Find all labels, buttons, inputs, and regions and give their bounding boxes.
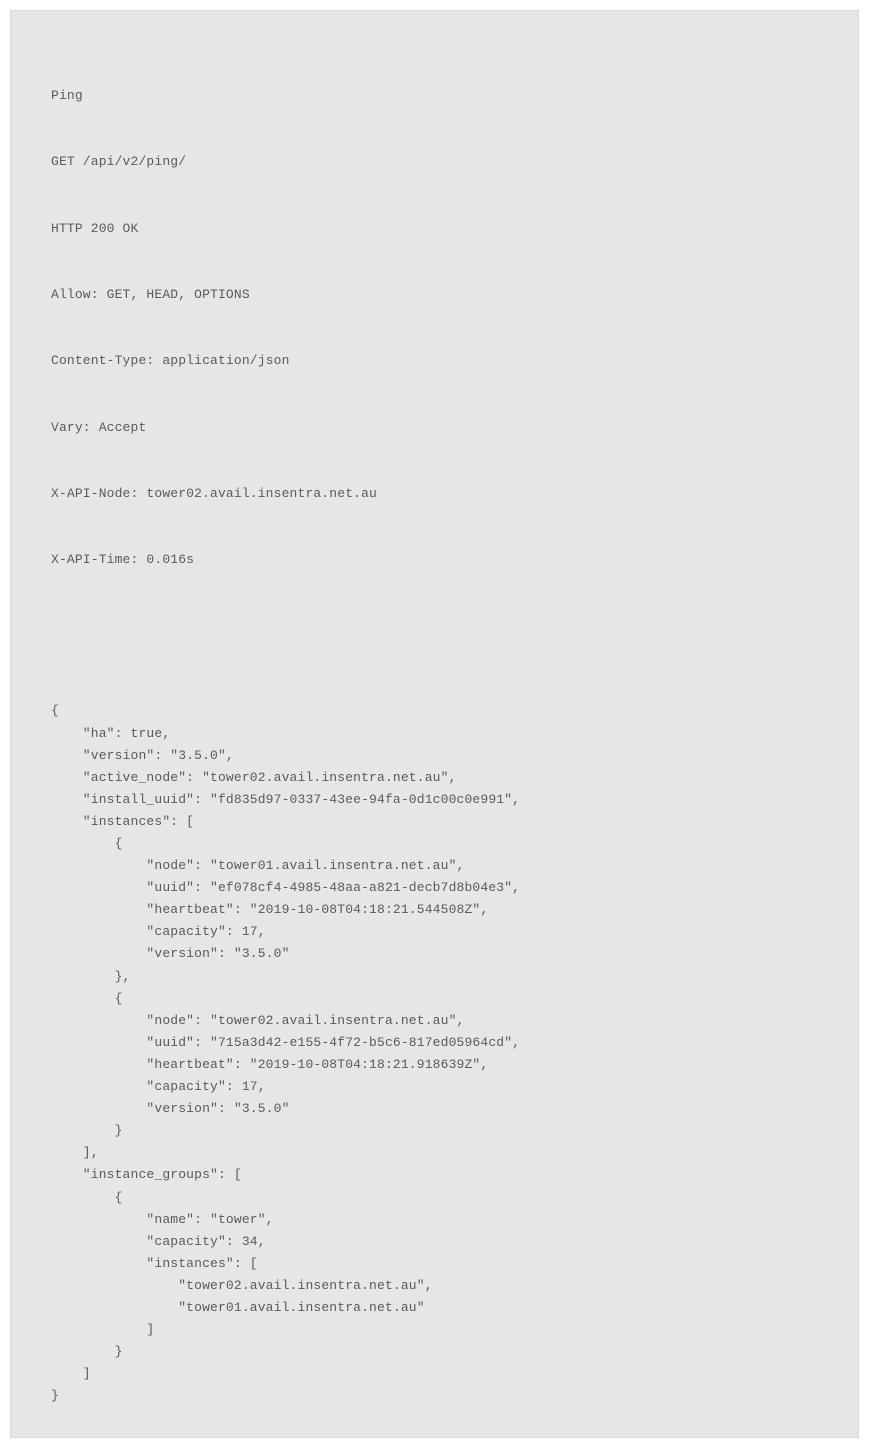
status-line: HTTP 200 OK — [51, 218, 818, 240]
endpoint-title: Ping — [51, 85, 818, 107]
x-api-time-header: X-API-Time: 0.016s — [51, 549, 818, 571]
content-type-header: Content-Type: application/json — [51, 350, 818, 372]
spacer — [51, 615, 818, 700]
x-api-node-header: X-API-Node: tower02.avail.insentra.net.a… — [51, 483, 818, 505]
response-json-body: { "ha": true, "version": "3.5.0", "activ… — [51, 700, 818, 1407]
response-header-block: Ping GET /api/v2/ping/ HTTP 200 OK Allow… — [51, 41, 818, 615]
allow-header: Allow: GET, HEAD, OPTIONS — [51, 284, 818, 306]
request-line: GET /api/v2/ping/ — [51, 151, 818, 173]
vary-header: Vary: Accept — [51, 417, 818, 439]
api-response-panel: Ping GET /api/v2/ping/ HTTP 200 OK Allow… — [10, 10, 859, 1438]
